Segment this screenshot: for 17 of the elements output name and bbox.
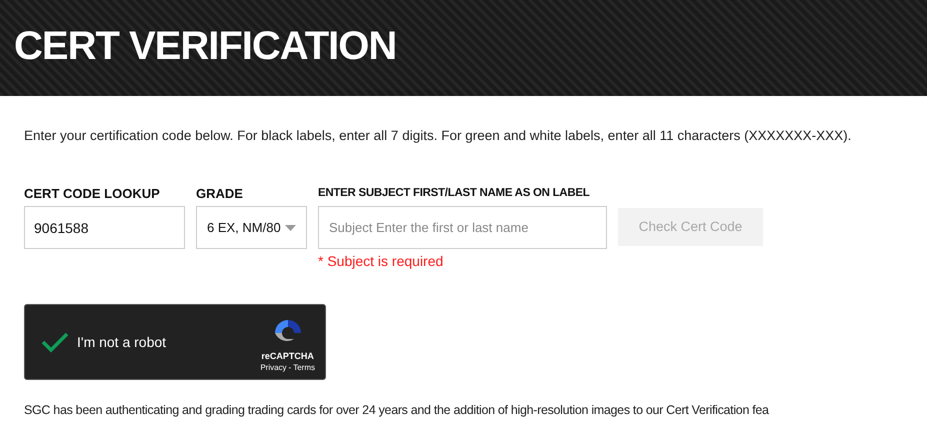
captcha-link[interactable]: Terms — [293, 364, 315, 372]
field-label: CERT CODE LOOKUP — [24, 185, 161, 204]
page-title: CERT VERIFICATION — [14, 26, 396, 66]
error-message: * Subject is required — [318, 252, 444, 272]
instructions-text: Enter your certification code below. For black labels, enter all 7 digits. For green and white labels, enter all 11 characters (XXXXXXX-XXX). — [24, 127, 852, 145]
recaptcha-brand: reCAPTCHA — [261, 352, 314, 361]
field-label: ENTER SUBJECT FIRST/LAST NAME AS ON LABEL — [318, 186, 590, 202]
separator-text: - — [288, 364, 292, 372]
captcha-link[interactable]: Privacy — [260, 364, 287, 372]
grade-dropdown[interactable]: 6 EX, NM/80 — [196, 206, 307, 250]
checkmark-icon[interactable] — [41, 331, 69, 354]
field-label: GRADE — [196, 185, 244, 204]
cert-code-field[interactable]: 9061588 — [24, 206, 185, 250]
caret-icon — [285, 224, 296, 231]
captcha-label: I'm not a robot — [77, 332, 166, 352]
subject-field[interactable]: Subject Enter the first or last name — [318, 206, 607, 250]
description-text: SGC has been authenticating and grading trading cards for over 24 years and the addition of high-resolution images to our Cert Verification fea — [24, 402, 770, 418]
